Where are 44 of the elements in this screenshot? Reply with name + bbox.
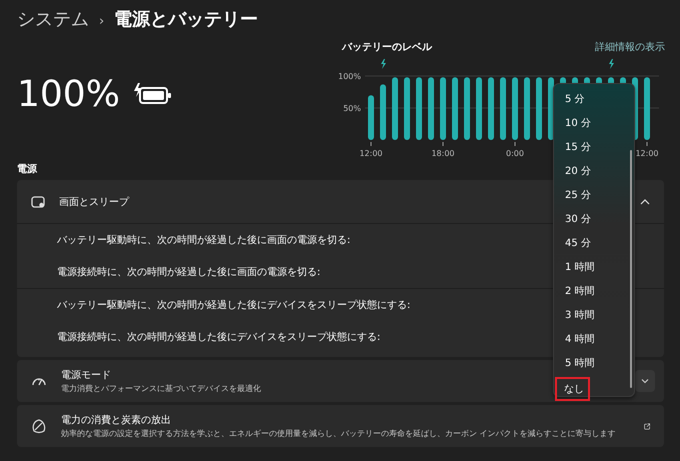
dropdown-option[interactable]: 5 時間 — [555, 351, 633, 375]
battery-percentage: 100% — [17, 74, 120, 114]
chevron-up-icon[interactable] — [640, 196, 650, 206]
breadcrumb-parent[interactable]: システム — [17, 7, 89, 31]
page-title: 電源とバッテリー — [114, 8, 258, 31]
dropdown-option[interactable]: 45 分 — [555, 231, 633, 255]
dropdown-option[interactable]: 4 時間 — [555, 327, 633, 351]
x-axis-label: 12:00 — [359, 149, 383, 158]
monitor-icon — [31, 194, 45, 208]
dropdown-option[interactable]: 30 分 — [555, 207, 633, 231]
setting-label: バッテリー駆動時に、次の時間が経過した後にデバイスをスリープ状態にする: — [57, 298, 410, 312]
chart-title: バッテリーのレベル — [342, 41, 432, 54]
dropdown-option[interactable]: 25 分 — [555, 183, 633, 207]
dropdown-option[interactable]: 3 時間 — [555, 303, 633, 327]
dropdown-option[interactable]: 10 分 — [555, 111, 633, 135]
row-description: 効率的な電源の設定を選択する方法を学ぶと、エネルギーの使用量を減らし、バッテリーの寿命を延ばし、カーボン インパクトを減らすことに寄与します — [61, 428, 616, 439]
setting-label: 電源接続時に、次の時間が経過した後にデバイスをスリープ状態にする: — [57, 330, 380, 344]
row-description: 電力消費とパフォーマンスに基づいてデバイスを最適化 — [61, 383, 261, 394]
details-link[interactable]: 詳細情報の表示 — [595, 40, 665, 54]
lightning-icon — [609, 59, 614, 69]
dropdown-option[interactable]: なし — [555, 377, 590, 401]
dropdown-option[interactable]: 15 分 — [555, 135, 633, 159]
row-title: 電力の消費と炭素の放出 — [61, 414, 172, 427]
power-mode-dropdown[interactable] — [635, 370, 655, 392]
external-link-icon[interactable] — [644, 420, 650, 432]
x-axis-label: 0:00 — [506, 149, 524, 158]
scrollbar[interactable] — [630, 150, 632, 388]
x-axis-label: 12:00 — [635, 149, 659, 158]
dropdown-option[interactable]: 2 時間 — [555, 279, 633, 303]
x-axis-label: 18:00 — [431, 149, 455, 158]
setting-label: バッテリー駆動時に、次の時間が経過した後に画面の電源を切る: — [57, 234, 350, 247]
dropdown-option[interactable]: 20 分 — [555, 159, 633, 183]
dropdown-option[interactable]: 1 時間 — [555, 255, 633, 279]
dropdown-option[interactable]: 5 分 — [555, 87, 633, 111]
lightning-icon — [381, 59, 386, 69]
breadcrumb-separator: › — [99, 14, 104, 29]
y-axis-label: 50% — [343, 104, 361, 113]
chevron-down-icon — [641, 378, 649, 384]
row-title: 画面とスリープ — [59, 196, 129, 208]
row-title: 電源モード — [61, 369, 112, 382]
setting-label: 電源接続時に、次の時間が経過した後に画面の電源を切る: — [57, 266, 320, 279]
section-heading: 電源 — [17, 162, 37, 176]
carbon-card[interactable]: 電力の消費と炭素の放出 効率的な電源の設定を選択する方法を学ぶと、エネルギーの使用量を減らし、バッテリーの寿命を延ばし、カーボン インパクトを減らすことに寄与します — [17, 405, 664, 447]
y-axis-label: 100% — [338, 72, 361, 81]
